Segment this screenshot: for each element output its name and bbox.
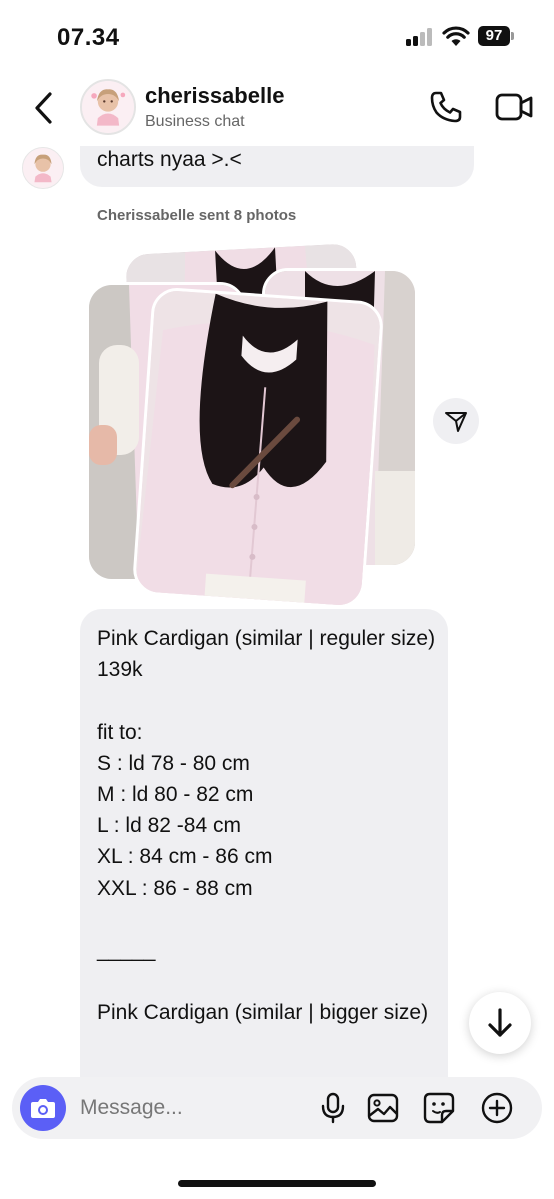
message-line: _____ <box>97 939 156 963</box>
microphone-icon[interactable] <box>316 1091 350 1125</box>
chat-subtitle: Business chat <box>145 113 245 130</box>
wifi-icon <box>442 26 470 46</box>
message-line: L : ld 82 -84 cm <box>97 814 241 838</box>
status-bar: 07.34 97 <box>0 0 554 74</box>
message-line <box>97 904 437 935</box>
chat-header: cherissabelle Business chat <box>0 74 554 146</box>
sticker-icon[interactable] <box>422 1091 456 1125</box>
camera-icon <box>31 1099 55 1118</box>
message-line: Pink Cardigan (similar | reguler size) <box>97 627 436 650</box>
message-line <box>97 966 437 997</box>
sender-avatar-illustration <box>23 148 63 188</box>
message-line <box>97 685 437 716</box>
message-line: M : ld 80 - 82 cm <box>97 783 254 807</box>
message-line: fit to: <box>97 720 143 744</box>
share-button[interactable] <box>433 398 479 444</box>
scroll-to-bottom-button[interactable] <box>469 992 531 1054</box>
message-line: S : ld 78 - 80 cm <box>97 751 250 775</box>
arrow-down-icon <box>488 1008 512 1037</box>
sender-avatar[interactable] <box>22 147 64 189</box>
avatar[interactable] <box>80 79 136 135</box>
battery-level: 97 <box>478 26 510 46</box>
camera-button[interactable] <box>20 1085 66 1131</box>
message-input[interactable] <box>80 1091 300 1125</box>
gallery-icon[interactable] <box>366 1091 400 1125</box>
chat-name[interactable]: cherissabelle <box>145 83 284 109</box>
back-chevron-icon[interactable] <box>28 88 62 128</box>
avatar-illustration <box>82 81 134 133</box>
send-share-icon <box>445 412 467 432</box>
photo-stack[interactable] <box>82 238 422 610</box>
photo-card-front <box>131 286 385 610</box>
status-time: 07.34 <box>57 24 120 51</box>
message-line: XXL : 86 - 88 cm <box>97 876 253 900</box>
product-details: Pink Cardigan (similar | reguler size) 1… <box>97 623 437 1029</box>
message-text: charts nyaa >.< <box>97 148 242 171</box>
sent-photos-label: Cherissabelle sent 8 photos <box>97 207 297 224</box>
message-bubble-product[interactable]: Pink Cardigan (similar | reguler size) 1… <box>80 609 448 1109</box>
phone-call-icon[interactable] <box>428 89 464 125</box>
home-indicator <box>178 1180 376 1187</box>
message-line: 139k <box>97 658 143 682</box>
message-line: Pink Cardigan (similar | bigger size) <box>97 1001 429 1025</box>
video-call-icon[interactable] <box>494 90 534 124</box>
battery-icon: 97 <box>478 26 514 46</box>
message-composer <box>12 1077 542 1139</box>
cellular-signal-icon <box>406 28 434 46</box>
add-plus-icon[interactable] <box>480 1091 514 1125</box>
message-line: XL : 84 cm - 86 cm <box>97 845 273 869</box>
